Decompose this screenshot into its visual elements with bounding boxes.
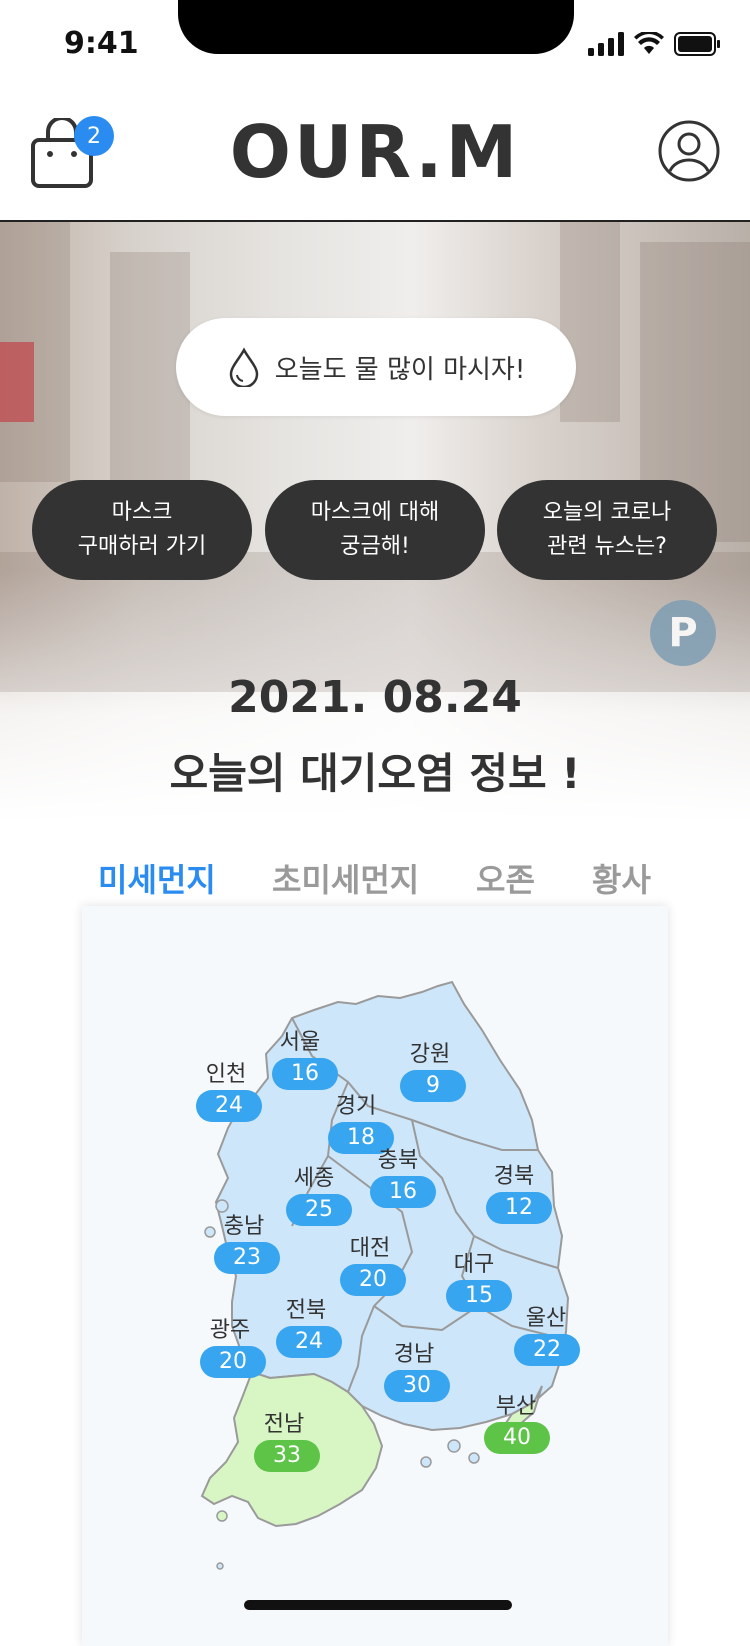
region-name: 울산	[525, 1306, 567, 1331]
region-value-badge: 9	[400, 1070, 466, 1102]
region-value-badge: 33	[254, 1440, 320, 1472]
region-name: 충북	[377, 1148, 419, 1173]
region-name: 경기	[335, 1094, 377, 1119]
tab-fine-dust[interactable]: 미세먼지	[98, 855, 216, 901]
region-value-badge: 12	[486, 1192, 552, 1224]
region-name: 서울	[279, 1030, 321, 1055]
hero-photo-sign	[0, 342, 34, 422]
korea-map-island	[216, 1510, 228, 1522]
region-value-badge: 16	[272, 1058, 338, 1090]
signal-icon	[588, 32, 624, 56]
region-value-badge: 25	[286, 1194, 352, 1226]
today-date: 2021. 08.24	[228, 672, 522, 723]
region-name: 세종	[293, 1166, 335, 1191]
water-drop-icon	[229, 347, 259, 387]
region-name: 인천	[205, 1062, 247, 1087]
region-name: 광주	[209, 1318, 251, 1343]
region-gwangju[interactable]: 광주 20	[200, 1312, 266, 1378]
region-value-badge: 15	[446, 1280, 512, 1312]
region-name: 충남	[223, 1214, 265, 1239]
region-ulsan[interactable]: 울산 22	[514, 1300, 580, 1366]
system-icons	[588, 32, 720, 56]
region-value-badge: 40	[484, 1422, 550, 1454]
korea-map-island	[420, 1456, 432, 1468]
wifi-icon	[634, 32, 664, 54]
region-value-badge: 22	[514, 1334, 580, 1366]
region-value-badge: 16	[370, 1176, 436, 1208]
region-gyeongbuk[interactable]: 경북 12	[486, 1158, 552, 1224]
region-sejong[interactable]: 세종 25	[286, 1160, 352, 1226]
region-value-badge: 24	[196, 1090, 262, 1122]
region-daegu[interactable]: 대구 15	[446, 1246, 512, 1312]
korea-map-island	[468, 1452, 480, 1464]
hero-banner: P 오늘도 물 많이 마시자! 마스크 구매하러 가기 마스크에 대해 궁금해!…	[0, 222, 750, 822]
tab-yellow-dust[interactable]: 황사	[592, 855, 651, 901]
region-gyeongnam[interactable]: 경남 30	[384, 1336, 450, 1402]
water-reminder-text: 오늘도 물 많이 마시자!	[274, 354, 526, 385]
buy-mask-button[interactable]: 마스크 구매하러 가기	[32, 480, 252, 580]
water-reminder-pill: 오늘도 물 많이 마시자!	[176, 318, 576, 416]
region-name: 전남	[263, 1412, 305, 1437]
region-daejeon[interactable]: 대전 20	[340, 1230, 406, 1296]
region-name: 강원	[409, 1042, 451, 1067]
status-time: 9:41	[64, 26, 139, 61]
app-header: 2 OUR.M	[0, 90, 750, 222]
air-quality-title: 오늘의 대기오염 정보 !	[169, 749, 581, 798]
region-name: 경북	[493, 1164, 535, 1189]
air-quality-map-card: 서울 16 강원 9 인천 24 경기 18 충북 16 경북 12 세종 25…	[82, 906, 668, 1646]
region-incheon[interactable]: 인천 24	[196, 1056, 262, 1122]
region-busan[interactable]: 부산 40	[484, 1388, 550, 1454]
device-notch	[178, 0, 574, 54]
region-value-badge: 30	[384, 1370, 450, 1402]
region-name: 전북	[285, 1298, 327, 1323]
region-value-badge: 20	[340, 1264, 406, 1296]
region-name: 대구	[453, 1252, 495, 1277]
region-name: 부산	[495, 1394, 537, 1419]
region-value-badge: 24	[276, 1326, 342, 1358]
covid-news-button[interactable]: 오늘의 코로나 관련 뉴스는?	[497, 480, 717, 580]
user-icon[interactable]	[658, 120, 720, 182]
korea-map-island	[216, 1562, 224, 1570]
korea-map-island	[447, 1439, 461, 1453]
region-jeonbuk[interactable]: 전북 24	[276, 1292, 342, 1358]
region-value-badge: 20	[200, 1346, 266, 1378]
battery-icon	[674, 32, 720, 56]
mask-info-label: 마스크에 대해 궁금해!	[310, 500, 440, 559]
status-bar: 9:41	[0, 0, 750, 90]
region-value-badge: 23	[214, 1242, 280, 1274]
region-name: 경남	[393, 1342, 435, 1367]
pollutant-tabs: 미세먼지 초미세먼지 오존 황사	[96, 855, 656, 901]
region-seoul[interactable]: 서울 16	[272, 1024, 338, 1090]
tab-ozone[interactable]: 오존	[476, 855, 535, 901]
buy-mask-label: 마스크 구매하러 가기	[77, 500, 207, 559]
region-chungbuk[interactable]: 충북 16	[370, 1142, 436, 1208]
parking-sign: P	[650, 600, 716, 666]
region-chungnam[interactable]: 충남 23	[214, 1208, 280, 1274]
app-logo[interactable]: OUR.M	[0, 110, 750, 194]
home-indicator[interactable]	[244, 1600, 512, 1610]
region-gangwon[interactable]: 강원 9	[400, 1036, 466, 1102]
mask-info-button[interactable]: 마스크에 대해 궁금해!	[265, 480, 485, 580]
tab-ultrafine-dust[interactable]: 초미세먼지	[272, 855, 419, 901]
region-jeonnam[interactable]: 전남 33	[254, 1406, 320, 1472]
covid-news-label: 오늘의 코로나 관련 뉴스는?	[542, 500, 672, 559]
region-name: 대전	[349, 1236, 391, 1261]
